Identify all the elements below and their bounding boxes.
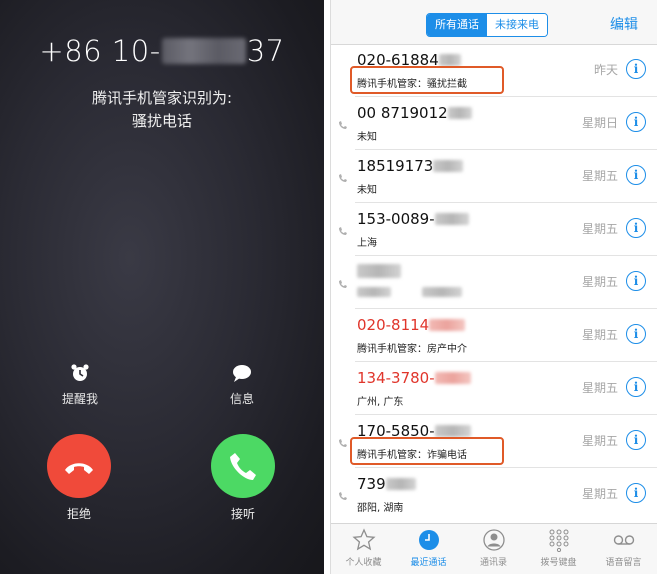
call-date: 星期日: [581, 116, 618, 130]
redacted-digits: [357, 264, 401, 278]
call-number: [357, 263, 401, 281]
call-date: 星期五: [581, 222, 618, 236]
tab-bar: 个人收藏 最近通话 通讯录 拨号键盘 语音留言: [331, 523, 657, 574]
voicemail-icon: [613, 535, 634, 545]
info-icon[interactable]: i: [626, 377, 646, 397]
recent-call-row[interactable]: 星期五 i: [331, 256, 657, 309]
tab-recents[interactable]: 最近通话: [396, 528, 461, 568]
accept-label: 接听: [230, 507, 255, 521]
phone-handset-icon: [230, 453, 256, 480]
message-label: 信息: [229, 392, 254, 406]
redacted-text: [357, 287, 391, 297]
navigation-bar: 所有通话 未接来电 编辑: [331, 0, 657, 45]
message-button[interactable]: 信息: [202, 362, 282, 407]
call-detail: 腾讯手机管家：房产中介: [357, 344, 467, 355]
outgoing-call-icon: [339, 280, 347, 288]
tab-voicemail[interactable]: 语音留言: [591, 528, 656, 568]
remind-me-button[interactable]: 提醒我: [40, 362, 120, 407]
redacted-digits: [434, 372, 471, 384]
highlight-box: [350, 66, 504, 94]
call-date: 星期五: [581, 169, 618, 183]
redacted-digits: [161, 38, 246, 64]
redacted-digits: [438, 54, 461, 66]
decline-label: 拒绝: [66, 507, 91, 521]
identification-label: 腾讯手机管家识别为:: [91, 89, 233, 107]
call-number: 134-3780-: [357, 369, 471, 387]
tab-contacts-label: 通讯录: [479, 558, 507, 568]
call-date: 星期五: [581, 434, 618, 448]
remind-me-label: 提醒我: [61, 392, 98, 406]
call-detail: 未知: [357, 185, 377, 196]
recent-call-row[interactable]: 18519173 未知 星期五 i: [331, 150, 657, 203]
recent-call-row[interactable]: 153-0089- 上海 星期五 i: [331, 203, 657, 256]
call-detail: 广州, 广东: [357, 397, 404, 408]
redacted-digits: [385, 478, 416, 490]
recent-call-row[interactable]: 739 邵阳, 湖南 星期五 i: [331, 468, 657, 521]
caller-number: +86 10- 37: [0, 34, 324, 68]
accept-button[interactable]: [211, 434, 275, 498]
decline-button[interactable]: [47, 434, 111, 498]
call-number: 18519173: [357, 157, 464, 175]
info-icon[interactable]: i: [626, 165, 646, 185]
call-number: 739: [357, 475, 416, 493]
tab-favorites[interactable]: 个人收藏: [331, 528, 396, 568]
recents-screen: 所有通话 未接来电 编辑 020-61884 腾讯手机管家：骚扰拦截 昨天 i …: [330, 0, 657, 574]
info-icon[interactable]: i: [626, 112, 646, 132]
tab-keypad[interactable]: 拨号键盘: [526, 528, 591, 568]
recent-call-row[interactable]: 00 8719012 未知 星期日 i: [331, 97, 657, 150]
call-detail: 未知: [357, 132, 377, 143]
identification-value: 骚扰电话: [131, 112, 192, 130]
tab-recents-label: 最近通话: [410, 558, 447, 568]
call-filter-segmented-control: 所有通话 未接来电: [426, 13, 548, 37]
segment-missed-calls[interactable]: 未接来电: [487, 14, 547, 36]
outgoing-call-icon: [339, 492, 347, 500]
segment-all-calls[interactable]: 所有通话: [427, 14, 487, 36]
info-icon[interactable]: i: [626, 324, 646, 344]
redacted-digits: [434, 425, 471, 437]
redacted-digits: [434, 213, 469, 225]
info-icon[interactable]: i: [626, 430, 646, 450]
recent-call-row[interactable]: 020-8114 腾讯手机管家：房产中介 星期五 i: [331, 309, 657, 362]
star-icon: [351, 528, 376, 551]
highlight-box: [350, 437, 504, 465]
tab-voicemail-label: 语音留言: [605, 558, 642, 568]
call-date: 昨天: [593, 63, 618, 77]
info-icon[interactable]: i: [626, 59, 646, 79]
incoming-call-screen: +86 10- 37 腾讯手机管家识别为: 骚扰电话 提醒我 信息 拒绝 接听: [0, 0, 324, 574]
call-detail: [357, 287, 463, 299]
hang-up-phone-icon: [65, 463, 93, 474]
tab-contacts[interactable]: 通讯录: [461, 528, 526, 568]
redacted-text: [422, 287, 463, 297]
redacted-digits: [447, 107, 472, 119]
tab-keypad-label: 拨号键盘: [540, 558, 577, 568]
info-icon[interactable]: i: [626, 271, 646, 291]
info-icon[interactable]: i: [626, 483, 646, 503]
call-date: 星期五: [581, 487, 618, 501]
caller-number-prefix: +86 10-: [39, 34, 161, 68]
redacted-digits: [429, 319, 466, 331]
tab-favorites-label: 个人收藏: [345, 558, 382, 568]
call-date: 星期五: [581, 328, 618, 342]
outgoing-call-icon: [339, 439, 347, 447]
message-bubble-icon: [233, 365, 251, 382]
call-date: 星期五: [581, 275, 618, 289]
call-detail: 上海: [357, 238, 377, 249]
outgoing-call-icon: [339, 227, 347, 235]
recent-call-row[interactable]: 134-3780- 广州, 广东 星期五 i: [331, 362, 657, 415]
caller-number-suffix: 37: [246, 34, 285, 68]
info-icon[interactable]: i: [626, 218, 646, 238]
outgoing-call-icon: [339, 174, 347, 182]
redacted-digits: [433, 160, 464, 172]
contacts-icon: [482, 529, 505, 551]
keypad-icon: [549, 529, 568, 552]
call-number: 00 8719012: [357, 104, 472, 122]
call-number: 020-8114: [357, 316, 466, 334]
call-number: 153-0089-: [357, 210, 469, 228]
call-date: 星期五: [581, 381, 618, 395]
outgoing-call-icon: [339, 121, 347, 129]
edit-button[interactable]: 编辑: [610, 14, 638, 34]
alarm-clock-icon: [71, 364, 89, 381]
clock-icon: [418, 530, 439, 550]
call-detail: 邵阳, 湖南: [357, 503, 404, 514]
